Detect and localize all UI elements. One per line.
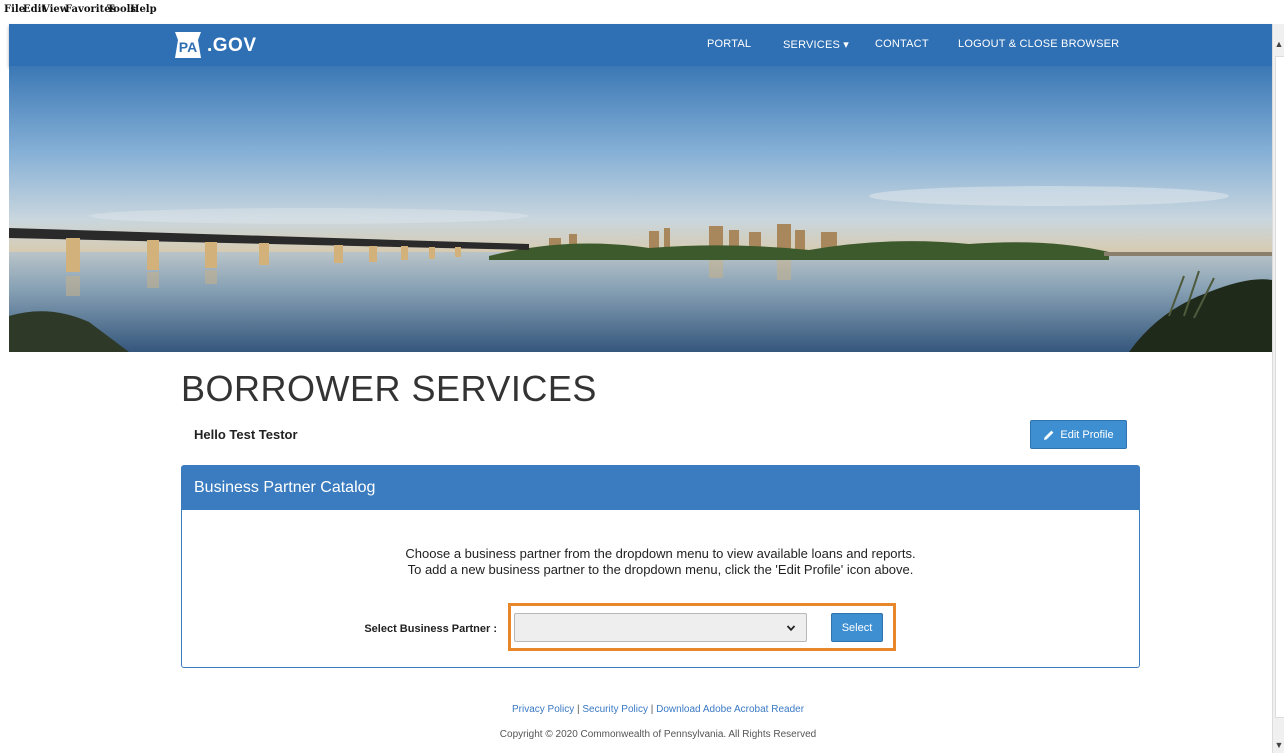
select-partner-label: Select Business Partner : — [364, 623, 497, 635]
scroll-up-arrow-icon[interactable]: ▲ — [1273, 36, 1284, 52]
scroll-down-arrow-icon[interactable]: ▼ — [1273, 737, 1284, 753]
footer-separator: | — [577, 704, 580, 715]
top-navbar: PA .GOV PORTAL SERVICES ▾ CONTACT LOGOUT… — [9, 24, 1272, 66]
adobe-reader-link[interactable]: Download Adobe Acrobat Reader — [656, 704, 804, 715]
scroll-thumb[interactable] — [1275, 56, 1284, 718]
edit-profile-label: Edit Profile — [1060, 428, 1114, 441]
logo-suffix: .GOV — [207, 35, 257, 56]
nav-logout[interactable]: LOGOUT & CLOSE BROWSER — [958, 38, 1119, 50]
instruction-line-1: Choose a business partner from the dropd… — [405, 546, 916, 561]
browser-menu-bar: File Edit View Favorites Tools Help — [0, 0, 1284, 24]
business-partner-panel: Business Partner Catalog Choose a busine… — [181, 465, 1140, 668]
user-greeting: Hello Test Testor — [194, 427, 298, 442]
vertical-scrollbar[interactable]: ▲ ▼ — [1272, 24, 1284, 753]
privacy-policy-link[interactable]: Privacy Policy — [512, 704, 574, 715]
nav-portal[interactable]: PORTAL — [707, 38, 751, 50]
page-title: BORROWER SERVICES — [181, 368, 597, 409]
pencil-icon — [1044, 430, 1054, 440]
nav-contact[interactable]: CONTACT — [875, 38, 929, 50]
menu-help[interactable]: Help — [130, 4, 157, 15]
edit-profile-button[interactable]: Edit Profile — [1030, 420, 1127, 449]
footer-separator: | — [650, 704, 654, 715]
nav-services[interactable]: SERVICES ▾ — [783, 38, 849, 51]
keystone-logo: PA — [175, 32, 201, 58]
footer-links: Privacy Policy | Security Policy | Downl… — [0, 704, 1284, 715]
copyright-text: Copyright © 2020 Commonwealth of Pennsyl… — [499, 729, 817, 740]
select-button[interactable]: Select — [831, 613, 883, 642]
security-policy-link[interactable]: Security Policy — [582, 704, 648, 715]
menu-file[interactable]: File — [4, 4, 25, 15]
instruction-line-2: To add a new business partner to the dro… — [407, 562, 914, 577]
panel-instructions: Choose a business partner from the dropd… — [182, 546, 1139, 578]
business-partner-select[interactable] — [514, 613, 807, 642]
hero-panorama-image — [9, 66, 1272, 352]
chevron-down-icon — [786, 625, 796, 632]
panel-heading: Business Partner Catalog — [182, 466, 1139, 510]
logo-key-text: PA — [179, 39, 197, 55]
